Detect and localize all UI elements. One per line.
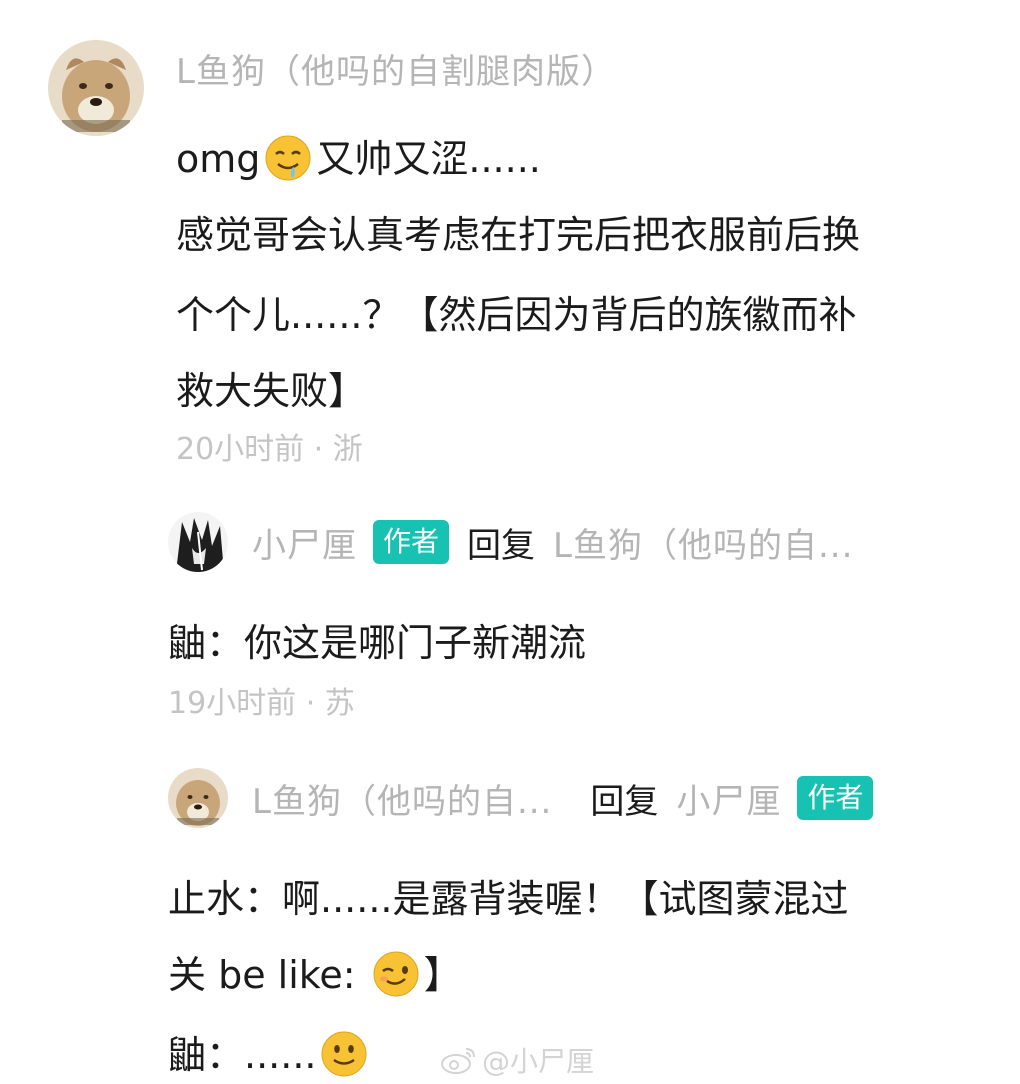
avatar[interactable] (168, 768, 228, 828)
comment-text-line: 关 be like: 】 (168, 944, 462, 1002)
author-badge: 作者 (373, 520, 450, 564)
comment-text-line: 鼬：...... (168, 1024, 372, 1082)
watermark: @小尸厘 (440, 1040, 594, 1080)
comment-text-line: 止水：啊......是露背装喔！【试图蒙混过 (168, 877, 849, 921)
winking-face-emoji-icon (373, 951, 419, 996)
anime-avatar-icon (168, 512, 228, 572)
reply-username[interactable]: L鱼狗（他吗的自... (252, 774, 552, 823)
reply-target-username[interactable]: L鱼狗（他吗的自... (553, 518, 853, 567)
comment-text-line: 个个儿......？【然后因为背后的族徽而补 (176, 293, 857, 337)
comment-text-line: 鼬：你这是哪门子新潮流 (168, 621, 587, 665)
drooling-face-emoji-icon (265, 135, 311, 180)
reply-label: 回复 (467, 525, 536, 566)
dog-avatar-icon (168, 768, 228, 828)
comment-username[interactable]: L鱼狗（他吗的自割腿肉版） (176, 44, 616, 93)
weibo-logo-icon (441, 1048, 475, 1074)
comment-meta: 20小时前 · 浙 (176, 432, 363, 467)
comment-text-line: 救大失败】 (176, 369, 367, 413)
comment-meta: 19小时前 · 苏 (168, 686, 355, 721)
reply-username[interactable]: 小尸厘 (252, 518, 357, 567)
slightly-smiling-face-emoji-icon (321, 1031, 367, 1076)
comment-text-line: 感觉哥会认真考虑在打完后把衣服前后换 (176, 213, 861, 257)
watermark-text: @小尸厘 (482, 1045, 595, 1078)
reply-header: L鱼狗（他吗的自... 回复 小尸厘 作者 (252, 768, 874, 828)
reply-label: 回复 (590, 781, 659, 822)
author-badge: 作者 (797, 776, 874, 820)
reply-header: 小尸厘 作者 回复 L鱼狗（他吗的自... (252, 512, 853, 572)
avatar[interactable] (48, 40, 144, 136)
avatar[interactable] (168, 512, 228, 572)
comment-text-line: omg 又帅又涩...... (176, 128, 541, 186)
dog-avatar-icon (48, 40, 144, 136)
reply-target-username[interactable]: 小尸厘 (676, 774, 781, 823)
